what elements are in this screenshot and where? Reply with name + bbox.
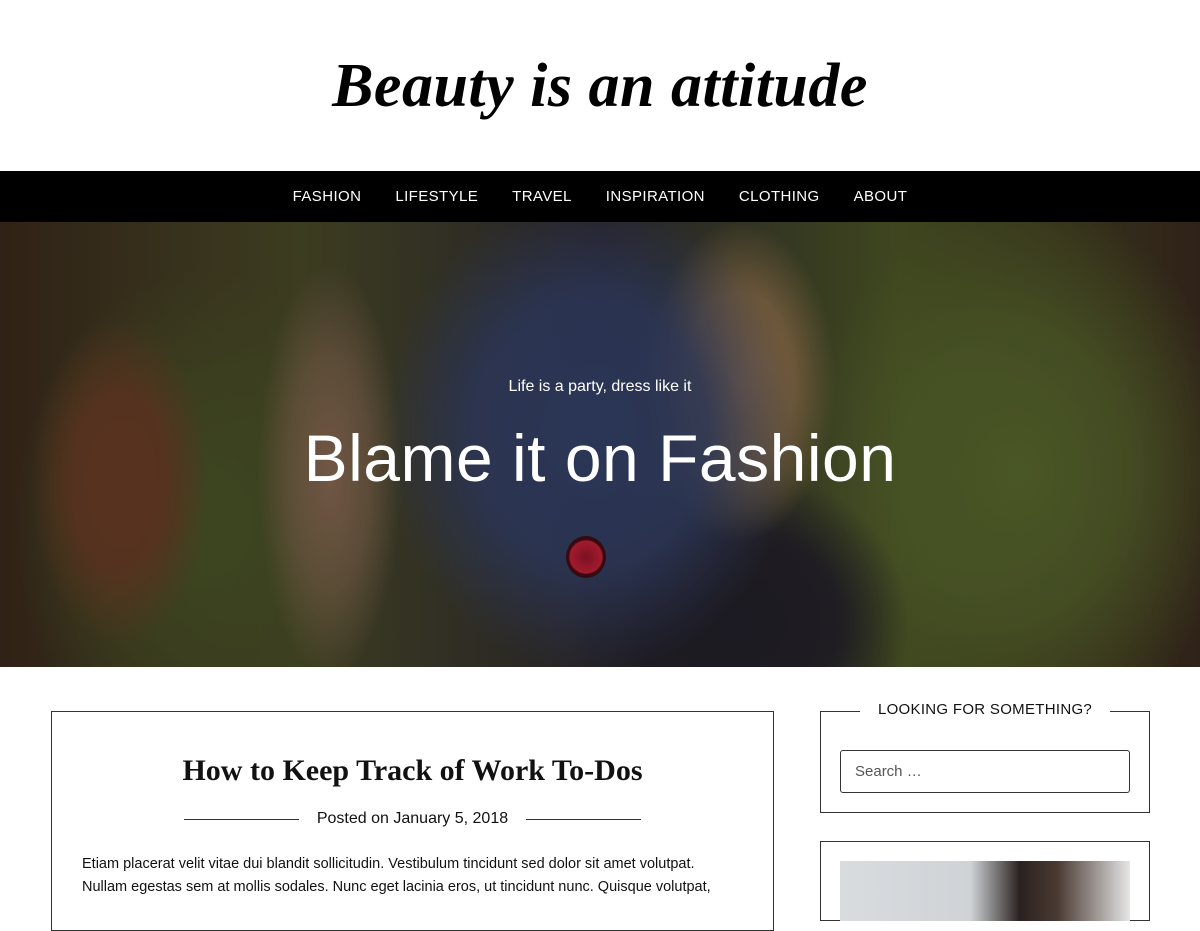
hero-title: Blame it on Fashion (303, 421, 897, 495)
site-title[interactable]: Beauty is an attitude (332, 49, 868, 122)
meta-divider-left (183, 818, 299, 820)
image-widget (820, 841, 1150, 921)
nav-item-lifestyle[interactable]: LIFESTYLE (395, 188, 478, 205)
meta-divider-right (526, 818, 642, 820)
nav-item-clothing[interactable]: CLOTHING (739, 188, 820, 205)
post-card: How to Keep Track of Work To-Dos Posted … (51, 711, 774, 931)
hero-banner: Life is a party, dress like it Blame it … (0, 222, 1200, 667)
nav-item-travel[interactable]: TRAVEL (512, 188, 572, 205)
post-meta-prefix: Posted on (316, 810, 389, 827)
excerpt-line: Etiam placerat velit vitae dui blandit s… (82, 856, 695, 872)
post-date[interactable]: January 5, 2018 (393, 810, 508, 828)
search-widget: LOOKING FOR SOMETHING? (820, 701, 1150, 813)
post-excerpt: Etiam placerat velit vitae dui blandit s… (82, 853, 733, 899)
main-content: How to Keep Track of Work To-Dos Posted … (0, 667, 1200, 931)
post-meta: Posted on January 5, 2018 (52, 810, 773, 828)
search-input[interactable] (840, 750, 1130, 793)
post-title[interactable]: How to Keep Track of Work To-Dos (52, 754, 773, 788)
search-widget-title: LOOKING FOR SOMETHING? (821, 701, 1149, 719)
nav-item-inspiration[interactable]: INSPIRATION (606, 188, 705, 205)
hero-text: Life is a party, dress like it Blame it … (0, 222, 1200, 667)
hero-subtitle: Life is a party, dress like it (508, 378, 692, 395)
search-widget-title-text: LOOKING FOR SOMETHING? (859, 701, 1111, 718)
main-navigation: FASHION LIFESTYLE TRAVEL INSPIRATION CLO… (0, 171, 1200, 222)
widget-photo[interactable] (840, 861, 1130, 921)
site-header: Beauty is an attitude (0, 0, 1200, 171)
nav-item-fashion[interactable]: FASHION (293, 188, 362, 205)
excerpt-line: Nullam egestas sem at mollis sodales. Nu… (82, 879, 711, 895)
nav-item-about[interactable]: ABOUT (854, 188, 908, 205)
